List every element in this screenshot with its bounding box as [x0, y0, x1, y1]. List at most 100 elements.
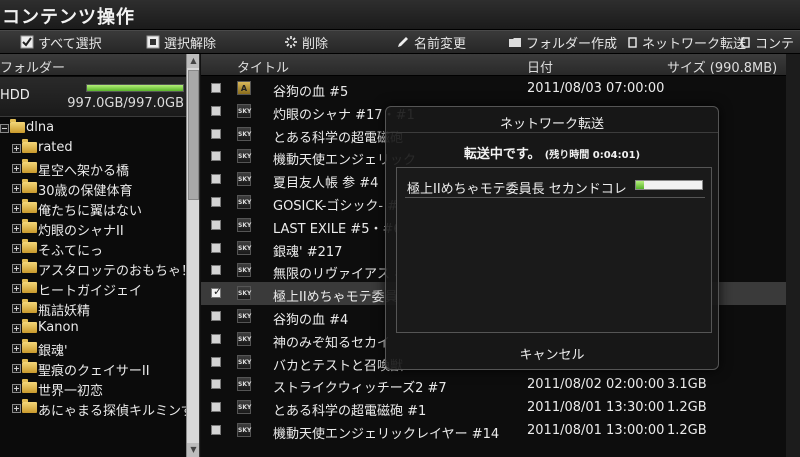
remaining-time: (残り時間 0:04:01)	[544, 150, 641, 161]
expand-icon[interactable]	[12, 164, 21, 173]
row-date: 2011/08/01 13:30:00	[527, 400, 665, 416]
tree-item[interactable]: そふてにっ	[0, 238, 186, 259]
tree-item[interactable]: rated	[0, 138, 186, 158]
tree-item[interactable]: 灼眼のシャナII	[0, 218, 186, 239]
transfer-progress-bar	[635, 180, 703, 190]
expand-icon[interactable]	[12, 224, 21, 233]
tree-item[interactable]: 星空へ架かる橋	[0, 158, 186, 179]
folder-icon	[22, 299, 37, 313]
expand-icon[interactable]	[12, 364, 21, 373]
tree-item[interactable]: Kanon	[0, 318, 186, 338]
channel-icon: SKY	[237, 354, 251, 369]
deselect-button[interactable]: 選択解除	[146, 31, 216, 53]
tree-item-label: あにゃまる探偵キルミンずぅ	[38, 404, 200, 419]
column-title[interactable]: タイトル	[237, 57, 289, 76]
row-checkbox[interactable]	[211, 379, 221, 390]
folder-icon	[22, 199, 37, 213]
content-button[interactable]: コンテ	[741, 31, 794, 53]
tree-item[interactable]: 俺たちに翼はない	[0, 198, 186, 219]
row-checkbox[interactable]	[211, 242, 221, 253]
row-checkbox[interactable]	[211, 151, 221, 162]
expand-icon[interactable]	[12, 344, 21, 353]
row-checkbox[interactable]: ✓	[211, 285, 222, 299]
table-row[interactable]: A 谷狗の血 #5 2011/08/03 07:00:00	[201, 77, 800, 100]
tree-root[interactable]: dlna	[0, 118, 186, 138]
channel-icon: SKY	[237, 331, 251, 346]
expand-icon[interactable]	[12, 204, 21, 213]
hdd-drive[interactable]: HDD 997.0GB/997.0GB	[0, 77, 186, 117]
channel-icon: SKY	[237, 126, 251, 141]
expand-icon[interactable]	[12, 144, 21, 153]
expand-icon[interactable]	[12, 184, 21, 193]
hdd-capacity: 997.0GB/997.0GB	[67, 96, 184, 111]
tree-item[interactable]: 瓶詰妖精	[0, 298, 186, 319]
expand-icon[interactable]	[12, 284, 21, 293]
row-title: 夏目友人帳 参 #4	[273, 176, 379, 192]
network-transfer-label: ネットワーク転送	[642, 36, 747, 52]
rename-button[interactable]: 名前変更	[396, 31, 466, 53]
select-all-button[interactable]: すべて選択	[20, 31, 102, 53]
collapse-icon[interactable]	[0, 124, 9, 133]
expand-icon[interactable]	[12, 384, 21, 393]
folder-icon	[22, 319, 37, 333]
expand-icon[interactable]	[12, 404, 21, 413]
tree-item[interactable]: 聖痕のクェイサーII	[0, 358, 186, 379]
channel-icon: SKY	[237, 194, 251, 209]
column-size[interactable]: サイズ (990.8MB)	[667, 57, 777, 76]
row-date: 2011/08/03 07:00:00	[527, 81, 665, 96]
folder-icon	[22, 159, 37, 173]
device-icon	[628, 37, 637, 48]
sidebar-scrollbar[interactable]: ▲ ▼	[186, 54, 199, 457]
folder-icon	[22, 259, 37, 273]
scroll-up-icon[interactable]: ▲	[187, 54, 199, 68]
row-checkbox[interactable]	[211, 174, 221, 185]
checkbox-checked-icon	[20, 35, 34, 49]
list-scrollbar[interactable]	[786, 54, 800, 457]
row-checkbox[interactable]	[211, 128, 221, 139]
table-row[interactable]: SKY とある科学の超電磁砲 #1 2011/08/01 13:30:00 1.2GB	[201, 396, 800, 419]
table-row[interactable]: SKY ストライクウィッチーズ2 #7 2011/08/02 02:00:00 3.1…	[201, 373, 800, 396]
tree-item-label: 30歳の保健体育	[38, 184, 133, 199]
row-checkbox[interactable]	[211, 219, 221, 230]
rename-label: 名前変更	[414, 36, 467, 52]
hdd-name: HDD	[0, 88, 30, 103]
row-title: 神のみぞ知るセカイ	[273, 335, 391, 351]
create-folder-button[interactable]: フォルダー作成	[508, 31, 617, 53]
scroll-down-icon[interactable]: ▼	[187, 443, 199, 457]
expand-icon[interactable]	[12, 324, 21, 333]
expand-icon[interactable]	[12, 264, 21, 273]
row-checkbox[interactable]	[211, 196, 221, 207]
row-checkbox[interactable]	[211, 265, 221, 276]
tree-item-label: 瓶詰妖精	[38, 304, 91, 319]
transfer-progress-fill	[636, 181, 644, 189]
tree-item[interactable]: 世界一初恋	[0, 378, 186, 399]
network-transfer-button[interactable]: ネットワーク転送	[628, 31, 746, 53]
cancel-button[interactable]: キャンセル	[386, 344, 718, 363]
scrollbar-thumb[interactable]	[188, 70, 199, 200]
device-icon	[741, 37, 750, 48]
folder-icon	[22, 359, 37, 373]
row-checkbox[interactable]	[211, 424, 221, 435]
expand-icon[interactable]	[12, 244, 21, 253]
row-size: 3.1GB	[667, 377, 707, 393]
row-checkbox[interactable]	[211, 310, 221, 321]
tree-item[interactable]: 30歳の保健体育	[0, 178, 186, 199]
delete-label: 削除	[302, 36, 329, 52]
delete-button[interactable]: 削除	[284, 31, 328, 53]
row-checkbox[interactable]	[211, 356, 221, 367]
dialog-status: 転送中です。 (残り時間 0:04:01)	[386, 143, 718, 162]
tree-item[interactable]: アスタロッテのおもちゃ！	[0, 258, 194, 279]
tree-item[interactable]: あにゃまる探偵キルミンずぅ	[0, 398, 199, 419]
expand-icon[interactable]	[12, 304, 21, 313]
column-date[interactable]: 日付	[527, 57, 553, 76]
row-date: 2011/08/01 13:00:00	[527, 422, 665, 438]
tree-item-label: 世界一初恋	[38, 384, 104, 399]
row-checkbox[interactable]	[211, 83, 221, 93]
row-checkbox[interactable]	[211, 333, 221, 344]
tree-item[interactable]: 銀魂'	[0, 338, 186, 359]
tree-item[interactable]: ヒートガイジェイ	[0, 278, 186, 299]
table-row[interactable]: SKY 機動天使エンジェリックレイヤー #14 2011/08/01 13:00:0…	[201, 419, 800, 442]
row-checkbox[interactable]	[211, 402, 221, 413]
row-checkbox[interactable]	[211, 105, 221, 116]
deselect-label: 選択解除	[164, 36, 217, 52]
